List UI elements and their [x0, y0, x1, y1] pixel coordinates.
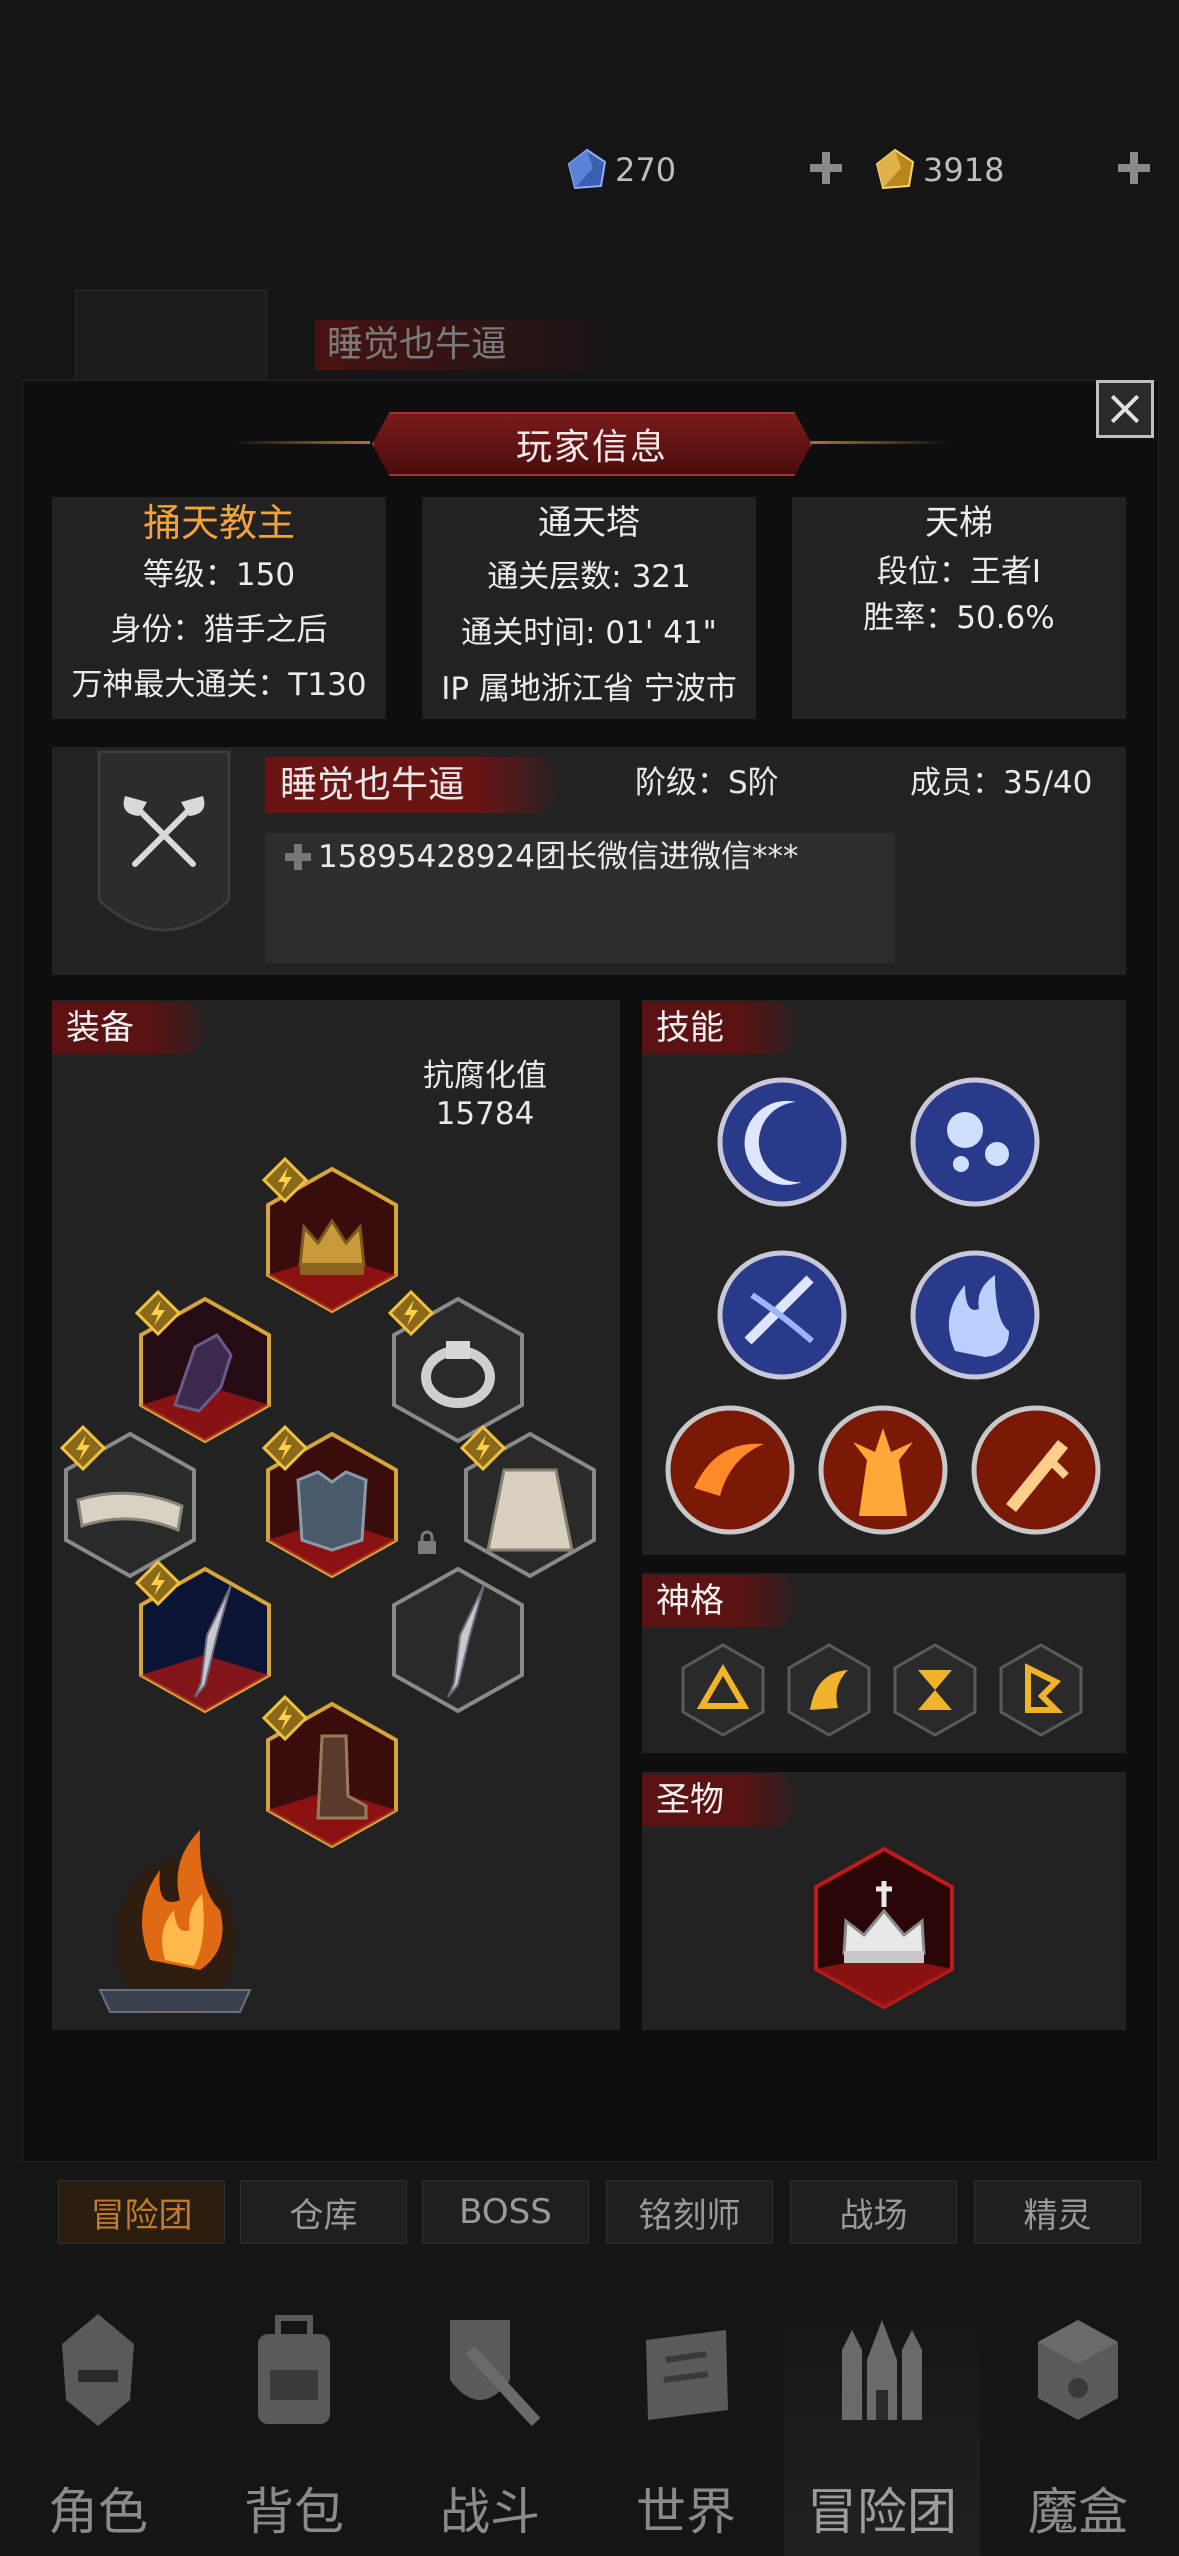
skill-blue-flame-icon[interactable] [905, 1245, 1045, 1385]
shield-sword-icon [450, 2320, 540, 2427]
nav-magic-box-label: 魔盒 [1028, 2483, 1128, 2541]
nav-character-label: 角色 [48, 2483, 148, 2541]
divinity-hourglass-icon[interactable] [892, 1642, 978, 1738]
divinity-wing-icon[interactable] [786, 1642, 872, 1738]
add-gold-gem-button[interactable] [1114, 148, 1154, 188]
skill-fire-demon-icon[interactable] [813, 1400, 953, 1540]
nav-battle[interactable]: 战斗 [392, 2290, 588, 2556]
lightning-badge-icon [388, 1290, 434, 1336]
nav-backpack[interactable]: 背包 [196, 2290, 392, 2556]
subtab-engraver[interactable]: 铭刻师 [606, 2180, 773, 2244]
backpack-icon [258, 2315, 330, 2424]
tower-time: 通关时间: 01' 41" [461, 615, 717, 651]
divinity-flag-icon[interactable] [998, 1642, 1084, 1738]
subtab-warehouse[interactable]: 仓库 [240, 2180, 407, 2244]
nav-battle-label: 战斗 [440, 2483, 540, 2541]
guild-name: 睡觉也牛逼 [280, 763, 465, 806]
nav-adventure-team-label: 冒险团 [807, 2483, 957, 2541]
lightning-badge-icon [262, 1695, 308, 1741]
nav-character[interactable]: 角色 [0, 2290, 196, 2556]
skill-orbs-icon[interactable] [905, 1072, 1045, 1212]
tower-ip: IP 属地浙江省 宁波市 [441, 671, 737, 707]
guild-members: 成员：35/40 [910, 765, 1093, 801]
title-decoration-right [810, 441, 950, 444]
ladder-panel: 天梯 段位：王者I 胜率：50.6% [792, 497, 1126, 719]
tower-panel: 通天塔 通关层数: 321 通关时间: 01' 41" IP 属地浙江省 宁波市 [422, 497, 756, 719]
relic-crown-icon[interactable] [812, 1845, 956, 2011]
lightning-badge-icon [262, 1157, 308, 1203]
flame-pedestal-icon[interactable] [90, 1790, 260, 2015]
skill-fire-wave-icon[interactable] [660, 1400, 800, 1540]
nav-backpack-label: 背包 [244, 2483, 344, 2541]
profile-panel: 捅天教主 等级：150 身份：猎手之后 万神最大通关：T130 [52, 497, 386, 719]
skill-crescent-icon[interactable] [712, 1072, 852, 1212]
blue-gem-currency: 270 [565, 145, 676, 195]
lightning-badge-icon [460, 1425, 506, 1471]
nav-world-label: 世界 [636, 2483, 736, 2541]
map-scroll-icon [646, 2330, 728, 2420]
divinity-header: 神格 [642, 1575, 806, 1627]
title-decoration-left [230, 441, 370, 444]
castle-icon [842, 2320, 922, 2420]
gold-gem-icon [875, 148, 915, 190]
resist-label: 抗腐化值 [423, 1058, 547, 1094]
equip-slot-weapon-off[interactable] [388, 1565, 528, 1715]
subtab-battlefield[interactable]: 战场 [790, 2180, 957, 2244]
lightning-badge-icon [135, 1290, 181, 1336]
nav-world[interactable]: 世界 [588, 2290, 784, 2556]
subtab-boss[interactable]: BOSS [422, 2180, 589, 2244]
guild-tier: 阶级：S阶 [635, 765, 779, 801]
skills-header: 技能 [642, 1002, 806, 1054]
profile-title: 捅天教主 [142, 501, 295, 545]
guild-banner-icon [97, 750, 231, 932]
ladder-winrate: 胜率：50.6% [863, 600, 1055, 636]
blue-gem-icon [567, 148, 607, 190]
profile-level: 等级：150 [142, 557, 296, 593]
equipment-header: 装备 [52, 1002, 216, 1054]
skill-fire-sword-icon[interactable] [966, 1400, 1106, 1540]
close-button[interactable] [1096, 380, 1154, 438]
ladder-rank: 段位：王者I [876, 554, 1042, 590]
relic-header: 圣物 [642, 1774, 806, 1826]
ladder-title: 天梯 [925, 503, 993, 543]
background-player-name: 睡觉也牛逼 [315, 320, 627, 370]
blue-gem-amount: 270 [615, 151, 677, 189]
tower-title: 通天塔 [538, 503, 640, 543]
lightning-badge-icon [60, 1425, 106, 1471]
add-blue-gem-button[interactable] [806, 148, 846, 188]
lightning-badge-icon [135, 1560, 181, 1606]
profile-max-clear: 万神最大通关：T130 [71, 667, 367, 703]
subtab-spirit[interactable]: 精灵 [974, 2180, 1141, 2244]
gold-gem-currency: 3918 [873, 145, 1004, 195]
profile-identity: 身份：猎手之后 [110, 612, 328, 648]
tower-floors: 通关层数: 321 [487, 559, 691, 595]
resist-value: 15784 [435, 1096, 535, 1132]
gold-gem-amount: 3918 [923, 151, 1005, 189]
helmet-icon [62, 2314, 134, 2426]
guild-notice-text: 15895428924团长微信进微信*** [318, 839, 799, 875]
divinity-triangle-icon[interactable] [680, 1642, 766, 1738]
notice-plus-icon [283, 842, 313, 872]
skill-slash-icon[interactable] [712, 1245, 852, 1385]
lock-icon [418, 1530, 436, 1554]
nav-magic-box[interactable]: 魔盒 [980, 2290, 1176, 2556]
modal-title: 玩家信息 [372, 412, 812, 476]
lightning-badge-icon [262, 1425, 308, 1471]
nav-adventure-team[interactable]: 冒险团 [784, 2290, 980, 2556]
subtab-adventure-team[interactable]: 冒险团 [58, 2180, 225, 2244]
magic-cube-icon [1038, 2320, 1118, 2420]
